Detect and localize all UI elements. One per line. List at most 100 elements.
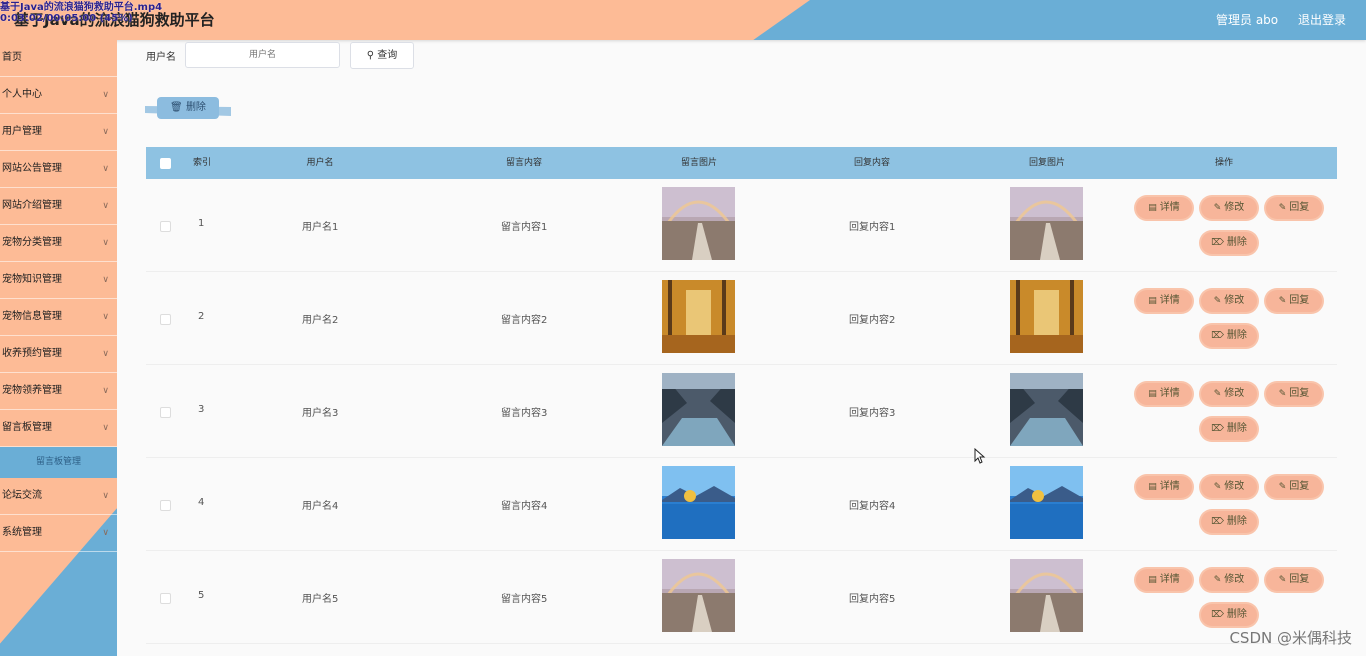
row-reply: 回复内容1 — [849, 222, 896, 233]
delete-button[interactable]: ⌦ 删除 — [1201, 232, 1257, 254]
detail-button[interactable]: ▤ 详情 — [1136, 569, 1192, 591]
reply-icon: ✎ — [1278, 296, 1287, 306]
row-checkbox[interactable] — [160, 500, 171, 511]
sidebar: 首页个人中心 ∨ 用户管理 ∨ 网站公告管理 ∨ 网站介绍管理 ∨ 宠物分类管理 ∨ 宠物知识管理 ∨… — [0, 40, 117, 656]
reply-image[interactable] — [1010, 559, 1083, 632]
select-all-checkbox[interactable] — [160, 158, 171, 169]
edit-icon: ✎ — [1213, 389, 1222, 399]
reply-button[interactable]: ✎ 回复 — [1266, 476, 1322, 498]
detail-button[interactable]: ▤ 详情 — [1136, 290, 1192, 312]
reply-image[interactable] — [1010, 280, 1083, 353]
delete-button[interactable]: ⌦ 删除 — [1201, 418, 1257, 440]
detail-label: 详情 — [1159, 574, 1180, 585]
edit-button[interactable]: ✎ 修改 — [1201, 290, 1257, 312]
search-label: 用户名 — [146, 52, 176, 63]
trash-icon: ⌦ — [1211, 610, 1224, 620]
sidebar-item-label: 首页 — [2, 52, 22, 63]
delete-button[interactable]: ⌦ 删除 — [1201, 604, 1257, 626]
sidebar-item[interactable]: 留言板管理 ∨ — [0, 410, 117, 447]
col-username: 用户名 — [306, 158, 334, 168]
row-actions: ▤ 详情 ✎ 修改 ✎ 回复 ⌦ 删除 — [1136, 458, 1336, 550]
delete-label: 删除 — [1226, 237, 1247, 248]
sidebar-item[interactable]: 收养预约管理 ∨ — [0, 336, 117, 373]
message-image[interactable] — [662, 280, 735, 353]
reply-label: 回复 — [1289, 202, 1310, 213]
mouse-cursor-icon — [974, 448, 986, 464]
edit-button[interactable]: ✎ 修改 — [1201, 383, 1257, 405]
chevron-down-icon: ∨ — [102, 201, 109, 211]
row-content: 留言内容2 — [501, 315, 548, 326]
col-actions: 操作 — [1214, 158, 1233, 168]
table-header-row: 索引 用户名 留言内容 留言图片 回复内容 回复图片 操作 — [146, 147, 1337, 179]
sidebar-item[interactable]: 系统管理 ∨ — [0, 515, 117, 552]
chevron-down-icon: ∨ — [102, 386, 109, 396]
search-input[interactable] — [185, 42, 340, 68]
detail-button[interactable]: ▤ 详情 — [1136, 383, 1192, 405]
search-button[interactable]: ⚲ 查询 — [350, 42, 414, 69]
sidebar-item[interactable]: 宠物信息管理 ∨ — [0, 299, 117, 336]
row-reply: 回复内容2 — [849, 315, 896, 326]
detail-icon: ▤ — [1148, 575, 1157, 585]
row-username: 用户名2 — [302, 315, 339, 326]
sidebar-item[interactable]: 论坛交流 ∨ — [0, 478, 117, 515]
table-row: 3 用户名3 留言内容3 回复内容3 ▤ 详情 ✎ 修改 ✎ 回复 ⌦ 删除 — [146, 365, 1337, 458]
message-image[interactable] — [662, 466, 735, 539]
chevron-down-icon: ∨ — [102, 312, 109, 322]
edit-button[interactable]: ✎ 修改 — [1201, 569, 1257, 591]
message-image[interactable] — [662, 187, 735, 260]
detail-button[interactable]: ▤ 详情 — [1136, 197, 1192, 219]
edit-button[interactable]: ✎ 修改 — [1201, 476, 1257, 498]
sidebar-menu: 首页个人中心 ∨ 用户管理 ∨ 网站公告管理 ∨ 网站介绍管理 ∨ 宠物分类管理 ∨ 宠物知识管理 ∨… — [0, 40, 117, 552]
sidebar-item[interactable]: 宠物领养管理 ∨ — [0, 373, 117, 410]
sidebar-item[interactable]: 用户管理 ∨ — [0, 114, 117, 151]
edit-button[interactable]: ✎ 修改 — [1201, 197, 1257, 219]
reply-label: 回复 — [1289, 481, 1310, 492]
sidebar-item-label: 系统管理 — [2, 527, 42, 538]
edit-label: 修改 — [1224, 481, 1245, 492]
row-checkbox[interactable] — [160, 407, 171, 418]
delete-label: 删除 — [1226, 516, 1247, 527]
reply-image[interactable] — [1010, 466, 1083, 539]
top-header: 基于Java的流浪猫狗救助平台 基于Java的流浪猫狗救助平台.mp4 0:03… — [0, 0, 1366, 40]
col-reply-image: 回复图片 — [1028, 158, 1065, 168]
reply-label: 回复 — [1289, 295, 1310, 306]
message-table: 索引 用户名 留言内容 留言图片 回复内容 回复图片 操作 1 用户名1 留言内容1… — [146, 147, 1337, 644]
chevron-down-icon: ∨ — [102, 491, 109, 501]
video-filename: 基于Java的流浪猫狗救助平台.mp4 — [0, 2, 163, 13]
sidebar-item[interactable]: 宠物知识管理 ∨ — [0, 262, 117, 299]
message-image[interactable] — [662, 373, 735, 446]
reply-button[interactable]: ✎ 回复 — [1266, 290, 1322, 312]
table-row: 2 用户名2 留言内容2 回复内容2 ▤ 详情 ✎ 修改 ✎ 回复 ⌦ 删除 — [146, 272, 1337, 365]
reply-button[interactable]: ✎ 回复 — [1266, 383, 1322, 405]
reply-label: 回复 — [1289, 574, 1310, 585]
message-image[interactable] — [662, 559, 735, 632]
detail-icon: ▤ — [1148, 389, 1157, 399]
detail-label: 详情 — [1159, 388, 1180, 399]
delete-button[interactable]: ⌦ 删除 — [1201, 325, 1257, 347]
logout-button[interactable]: 退出登录 — [1298, 13, 1346, 27]
reply-button[interactable]: ✎ 回复 — [1266, 197, 1322, 219]
row-checkbox[interactable] — [160, 314, 171, 325]
sidebar-item[interactable]: 个人中心 ∨ — [0, 77, 117, 114]
sidebar-item[interactable]: 网站公告管理 ∨ — [0, 151, 117, 188]
row-checkbox[interactable] — [160, 221, 171, 232]
sidebar-item[interactable]: 首页 — [0, 40, 117, 77]
reply-button[interactable]: ✎ 回复 — [1266, 569, 1322, 591]
sidebar-item[interactable]: 网站介绍管理 ∨ — [0, 188, 117, 225]
sidebar-item-label: 宠物信息管理 — [2, 311, 62, 322]
row-checkbox[interactable] — [160, 593, 171, 604]
batch-delete-button[interactable]: 🗑 删除 — [157, 97, 219, 119]
row-index: 4 — [198, 497, 205, 508]
sidebar-subitem-active[interactable]: 留言板管理 — [0, 447, 117, 478]
reply-icon: ✎ — [1278, 203, 1287, 213]
detail-button[interactable]: ▤ 详情 — [1136, 476, 1192, 498]
detail-icon: ▤ — [1148, 203, 1157, 213]
reply-image[interactable] — [1010, 187, 1083, 260]
table-row: 1 用户名1 留言内容1 回复内容1 ▤ 详情 ✎ 修改 ✎ 回复 ⌦ 删除 — [146, 179, 1337, 272]
delete-label: 删除 — [1226, 423, 1247, 434]
sidebar-item-label: 宠物领养管理 — [2, 385, 62, 396]
delete-button[interactable]: ⌦ 删除 — [1201, 511, 1257, 533]
sidebar-item[interactable]: 宠物分类管理 ∨ — [0, 225, 117, 262]
reply-image[interactable] — [1010, 373, 1083, 446]
row-username: 用户名1 — [302, 222, 339, 233]
